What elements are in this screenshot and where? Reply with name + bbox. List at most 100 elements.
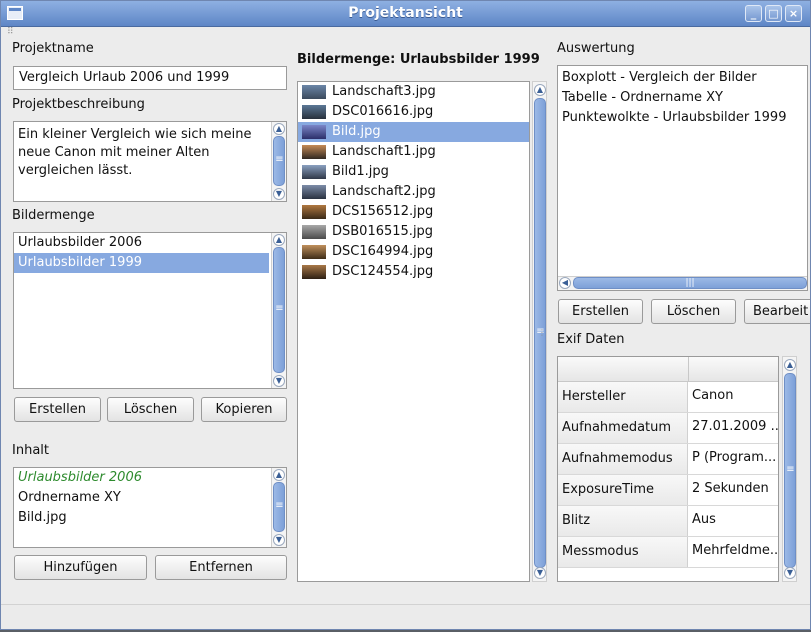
inhalt-label: Inhalt xyxy=(12,443,49,458)
scroll-thumb[interactable] xyxy=(784,373,796,568)
scroll-thumb[interactable] xyxy=(273,136,285,186)
file-list[interactable]: Landschaft3.jpg DSC016616.jpg Bild.jpg Land… xyxy=(297,81,530,582)
app-window: Projektansicht _ □ × ⠿ Projektname Vergl… xyxy=(0,0,811,630)
file-list-item[interactable]: Landschaft2.jpg xyxy=(298,182,529,202)
scroll-up-icon[interactable]: ▲ xyxy=(273,469,285,481)
file-list-item[interactable]: Bild1.jpg xyxy=(298,162,529,182)
exif-table-row[interactable]: Blitz Aus xyxy=(558,506,778,537)
bearbeiten-button[interactable]: Bearbeit xyxy=(744,299,810,324)
exif-table[interactable]: Hersteller Canon Aufnahmedatum 27.01.2009 .… xyxy=(557,356,779,582)
exif-value: 2 Sekunden xyxy=(692,481,769,496)
exif-table-row[interactable]: Aufnahmemodus P (Program... xyxy=(558,444,778,475)
minimize-icon[interactable]: _ xyxy=(745,5,762,22)
scroll-down-icon[interactable]: ▼ xyxy=(534,567,546,579)
list-item[interactable]: Urlaubsbilder 2006 xyxy=(14,233,272,253)
title-bar[interactable]: Projektansicht _ □ × xyxy=(1,1,810,27)
auswertung-hscrollbar[interactable]: ◀ ||| xyxy=(558,276,807,290)
entfernen-button[interactable]: Entfernen xyxy=(155,555,287,580)
scroll-up-icon[interactable]: ▲ xyxy=(273,234,285,246)
auswertung-erstellen-button[interactable]: Erstellen xyxy=(558,299,643,324)
scroll-thumb[interactable] xyxy=(273,247,285,373)
exif-key: Blitz xyxy=(558,506,688,536)
auswertung-loeschen-button[interactable]: Löschen xyxy=(651,299,736,324)
exif-key: Hersteller xyxy=(558,382,688,412)
projektname-input[interactable]: Vergleich Urlaub 2006 und 1999 xyxy=(13,66,287,90)
file-name: DSC124554.jpg xyxy=(332,264,434,279)
scroll-left-icon[interactable]: ◀ xyxy=(559,277,571,289)
exif-scrollbar[interactable]: ▲ ▼ xyxy=(782,356,797,582)
exif-table-row[interactable]: ExposureTime 2 Sekunden xyxy=(558,475,778,506)
scroll-down-icon[interactable]: ▼ xyxy=(273,375,285,387)
list-item[interactable]: Urlaubsbilder 2006 xyxy=(14,468,286,488)
exif-table-row[interactable]: Aufnahmedatum 27.01.2009 ... xyxy=(558,413,778,444)
header-cell[interactable] xyxy=(558,357,689,381)
bildermenge-list[interactable]: Urlaubsbilder 2006 Urlaubsbilder 1999 ▲ … xyxy=(13,232,287,389)
bildermenge-scrollbar[interactable]: ▲ ▼ xyxy=(271,233,286,388)
list-item[interactable]: Tabelle - Ordnername XY xyxy=(558,88,807,108)
inhalt-scrollbar[interactable]: ▲ ▼ xyxy=(271,468,286,547)
list-item[interactable]: Boxplott - Vergleich der Bilder xyxy=(558,68,807,88)
exif-value: Aus xyxy=(692,512,716,527)
loeschen-button[interactable]: Löschen xyxy=(107,397,194,422)
list-item-selected[interactable]: Urlaubsbilder 1999 xyxy=(14,253,269,273)
auswertung-label: Auswertung xyxy=(557,41,635,56)
hinzufuegen-button[interactable]: Hinzufügen xyxy=(14,555,147,580)
file-name: DSC164994.jpg xyxy=(332,244,434,259)
file-name: DSB016515.jpg xyxy=(332,224,434,239)
file-list-item[interactable]: Landschaft3.jpg xyxy=(298,82,529,102)
file-list-item[interactable]: Landschaft1.jpg xyxy=(298,142,529,162)
inhalt-list[interactable]: Urlaubsbilder 2006 Ordnername XY Bild.jp… xyxy=(13,467,287,548)
scroll-up-icon[interactable]: ▲ xyxy=(534,84,546,96)
image-thumbnail-icon xyxy=(302,164,326,179)
splitter-handle[interactable]: ⋮ xyxy=(538,328,546,337)
exif-label: Exif Daten xyxy=(557,332,625,347)
scroll-down-icon[interactable]: ▼ xyxy=(273,534,285,546)
scroll-down-icon[interactable]: ▼ xyxy=(784,567,796,579)
kopieren-button[interactable]: Kopieren xyxy=(201,397,287,422)
exif-key: Aufnahmedatum xyxy=(558,413,688,443)
file-name: Landschaft3.jpg xyxy=(332,84,436,99)
list-item[interactable]: Ordnername XY xyxy=(14,488,286,508)
file-list-item[interactable]: DSC016616.jpg xyxy=(298,102,529,122)
projektname-value: Vergleich Urlaub 2006 und 1999 xyxy=(19,70,230,85)
exif-value: Canon xyxy=(692,388,734,403)
image-thumbnail-icon xyxy=(302,184,326,199)
status-bar xyxy=(1,604,810,629)
projektname-label: Projektname xyxy=(12,41,94,56)
erstellen-button[interactable]: Erstellen xyxy=(14,397,101,422)
file-list-item[interactable]: DCS156512.jpg xyxy=(298,202,529,222)
scroll-down-icon[interactable]: ▼ xyxy=(273,188,285,200)
scroll-up-icon[interactable]: ▲ xyxy=(273,123,285,135)
header-cell[interactable] xyxy=(689,357,778,381)
exif-key: ExposureTime xyxy=(558,475,688,505)
toolbar-grip-icon[interactable]: ⠿ xyxy=(7,28,15,37)
exif-table-row[interactable]: Messmodus Mehrfeldme... xyxy=(558,537,778,568)
file-name: DCS156512.jpg xyxy=(332,204,434,219)
file-list-item[interactable]: DSC164994.jpg xyxy=(298,242,529,262)
image-thumbnail-icon xyxy=(302,104,326,119)
close-icon[interactable]: × xyxy=(785,5,802,22)
scroll-up-icon[interactable]: ▲ xyxy=(784,359,796,371)
bildermenge-label: Bildermenge xyxy=(12,208,95,223)
projektbeschreibung-label: Projektbeschreibung xyxy=(12,97,145,112)
description-scrollbar[interactable]: ▲ ▼ xyxy=(271,122,286,201)
exif-table-row[interactable]: Hersteller Canon xyxy=(558,382,778,413)
list-item[interactable]: Bild.jpg xyxy=(14,508,286,528)
exif-table-header xyxy=(558,357,778,382)
file-name: DSC016616.jpg xyxy=(332,104,434,119)
projektbeschreibung-text: Ein kleiner Vergleich wie sich meine neu… xyxy=(18,127,252,178)
projektbeschreibung-textarea[interactable]: Ein kleiner Vergleich wie sich meine neu… xyxy=(13,121,287,202)
window-title: Projektansicht xyxy=(348,5,463,21)
scroll-thumb[interactable]: ||| xyxy=(573,277,807,289)
file-name: Landschaft2.jpg xyxy=(332,184,436,199)
list-item[interactable]: Punktewolkte - Urlaubsbilder 1999 xyxy=(558,108,807,128)
image-thumbnail-icon xyxy=(302,264,326,279)
bildermenge-title: Bildermenge: Urlaubsbilder 1999 xyxy=(297,52,540,67)
scroll-thumb[interactable] xyxy=(273,482,285,532)
image-thumbnail-icon xyxy=(302,144,326,159)
file-list-item-selected[interactable]: Bild.jpg xyxy=(298,122,529,142)
auswertung-list[interactable]: Boxplott - Vergleich der Bilder Tabelle … xyxy=(557,65,808,291)
file-list-item[interactable]: DSB016515.jpg xyxy=(298,222,529,242)
maximize-icon[interactable]: □ xyxy=(765,5,782,22)
file-list-item[interactable]: DSC124554.jpg xyxy=(298,262,529,282)
